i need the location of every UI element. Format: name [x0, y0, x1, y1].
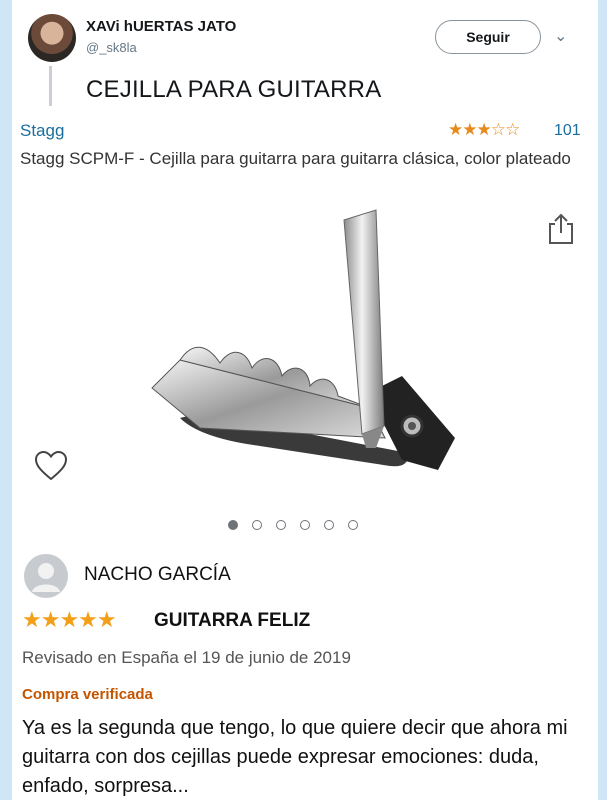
- reviewer-avatar-icon: [24, 554, 68, 598]
- product-rating-stars[interactable]: ★★★☆☆: [448, 120, 520, 140]
- review-body: Ya es la segunda que tengo, lo que quier…: [22, 717, 568, 797]
- review-date: Revisado en España el 19 de junio de 201…: [22, 648, 351, 667]
- product-title: Stagg SCPM-F - Cejilla para guitarra par…: [20, 149, 571, 168]
- product-rating-count[interactable]: 101: [554, 122, 581, 140]
- tweet-handle[interactable]: @_sk8la: [86, 40, 137, 55]
- carousel-dot[interactable]: [228, 520, 238, 530]
- tweet-text: CEJILLA PARA GUITARRA: [86, 76, 382, 103]
- left-frame-border: [0, 0, 12, 800]
- carousel-dot[interactable]: [252, 520, 262, 530]
- review-rating-stars: ★★★★★: [22, 607, 117, 632]
- chevron-down-icon[interactable]: ⌄: [554, 26, 567, 46]
- product-brand-link[interactable]: Stagg: [20, 121, 64, 141]
- carousel-dot[interactable]: [324, 520, 334, 530]
- product-image[interactable]: [140, 198, 470, 508]
- right-frame-border: [598, 0, 607, 800]
- tweet-display-name[interactable]: XAVi hUERTAS JATO: [86, 18, 236, 35]
- reviewer-name[interactable]: NACHO GARCÍA: [84, 564, 231, 586]
- carousel-dot[interactable]: [276, 520, 286, 530]
- verified-purchase-badge: Compra verificada: [22, 686, 153, 703]
- follow-button[interactable]: Seguir: [435, 20, 541, 54]
- heart-icon[interactable]: [34, 450, 68, 482]
- review-title: GUITARRA FELIZ: [154, 610, 311, 631]
- share-icon[interactable]: [546, 212, 576, 246]
- carousel-dot[interactable]: [348, 520, 358, 530]
- carousel-dot[interactable]: [300, 520, 310, 530]
- image-carousel-dots[interactable]: [228, 520, 358, 530]
- tweet-avatar[interactable]: [28, 14, 76, 62]
- thread-line: [49, 66, 52, 106]
